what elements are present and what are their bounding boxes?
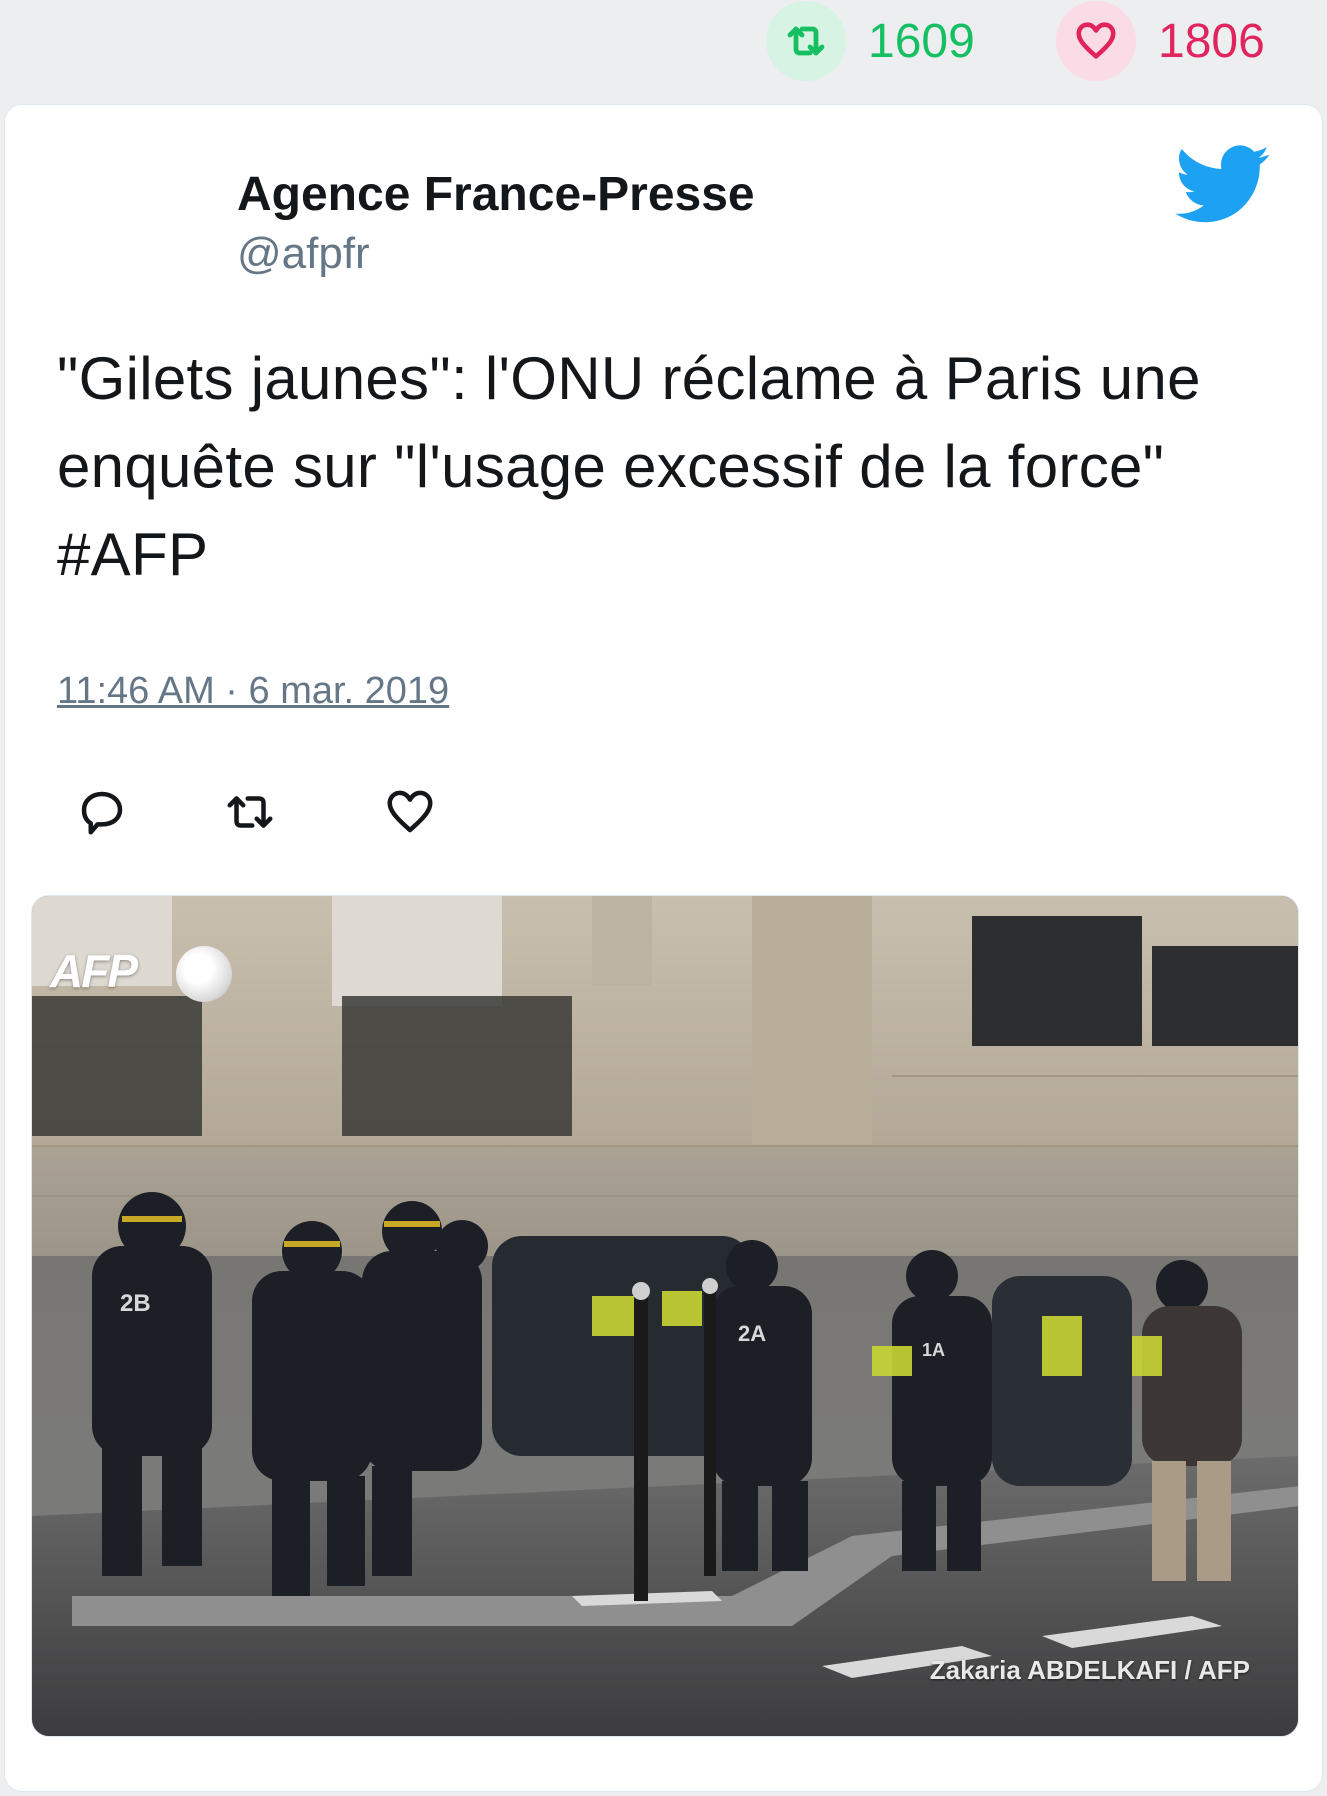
retweet-button[interactable] — [223, 785, 277, 839]
like-button[interactable] — [383, 785, 437, 839]
author-name[interactable]: Agence France-Presse — [237, 167, 755, 222]
author-handle[interactable]: @afpfr — [237, 229, 370, 279]
tweet-timestamp[interactable]: 11:46 AM · 6 mar. 2019 — [57, 670, 449, 713]
retweet-icon — [227, 796, 273, 828]
twitter-bird-icon[interactable] — [1175, 145, 1271, 225]
afp-globe-icon — [176, 946, 232, 1002]
like-icon — [387, 790, 433, 833]
tweet-text: "Gilets jaunes": l'ONU réclame à Paris u… — [57, 345, 1201, 588]
svg-text:1A: 1A — [922, 1340, 945, 1360]
riot-police-scene-image: 2B 2A 1A — [32, 896, 1298, 1736]
svg-text:2A: 2A — [738, 1321, 766, 1346]
retweet-count-stat[interactable]: 1609 — [766, 1, 975, 81]
retweet-count: 1609 — [868, 14, 975, 68]
tweet-actions — [75, 785, 475, 845]
tweet-photo[interactable]: 2B 2A 1A AFP Zakaria ABDELKAFI / AFP — [31, 895, 1299, 1737]
tweet-card[interactable]: Agence France-Presse @afpfr "Gilets jaun… — [4, 104, 1323, 1792]
engagement-stats: 1609 1806 — [0, 0, 1327, 84]
reply-icon — [81, 791, 123, 835]
heart-icon — [1056, 1, 1136, 81]
photo-credit: Zakaria ABDELKAFI / AFP — [929, 1655, 1250, 1685]
like-count: 1806 — [1158, 14, 1265, 68]
afp-watermark: AFP — [50, 945, 138, 997]
retweet-icon — [766, 1, 846, 81]
reply-button[interactable] — [75, 785, 129, 839]
like-count-stat[interactable]: 1806 — [1056, 1, 1265, 81]
svg-text:2B: 2B — [120, 1290, 151, 1317]
